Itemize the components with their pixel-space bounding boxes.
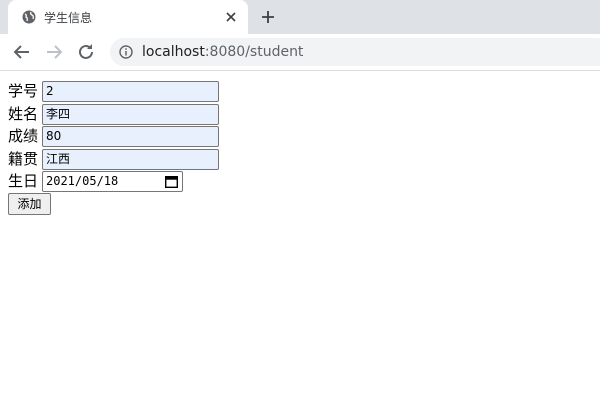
plus-icon[interactable] [259,8,277,26]
browser-toolbar: localhost:8080/student [0,34,600,71]
tab-title: 学生信息 [44,11,93,25]
student-form: 学号 2 姓名 李四 成绩 80 籍贯 江西 生日 2021/05/18 添加 [8,80,219,215]
student-id-label: 学号 [8,82,39,100]
arrow-left-icon[interactable] [12,42,32,62]
close-icon[interactable] [223,9,239,25]
reload-icon[interactable] [76,42,96,62]
form-row-name: 姓名 李四 [8,103,219,126]
url-text: localhost:8080/student [142,44,303,60]
calendar-icon[interactable] [165,175,178,188]
url-path: :8080/student [204,44,304,60]
arrow-right-icon[interactable] [44,42,64,62]
tab-strip: 学生信息 [0,0,600,34]
add-button[interactable]: 添加 [8,192,51,215]
student-id-input[interactable]: 2 [42,81,219,102]
birthday-date-input[interactable]: 2021/05/18 [42,171,183,192]
form-row-hometown: 籍贯 江西 [8,148,219,171]
info-icon[interactable] [119,45,133,59]
birthday-value: 2021/05/18 [46,174,119,188]
url-host: localhost [142,44,205,60]
hometown-input[interactable]: 江西 [42,148,219,170]
address-bar[interactable]: localhost:8080/student [110,38,600,66]
form-row-student-id: 学号 2 [8,80,219,103]
form-row-submit: 添加 [8,192,219,216]
score-label: 成绩 [8,127,39,145]
name-input[interactable]: 李四 [42,103,219,125]
birthday-label: 生日 [8,172,39,190]
globe-icon [22,10,36,24]
score-input[interactable]: 80 [42,126,219,147]
tab-student-info[interactable]: 学生信息 [8,0,248,34]
form-row-birthday: 生日 2021/05/18 [8,170,219,193]
form-row-score: 成绩 80 [8,125,219,148]
hometown-label: 籍贯 [8,149,39,168]
name-label: 姓名 [8,104,39,123]
